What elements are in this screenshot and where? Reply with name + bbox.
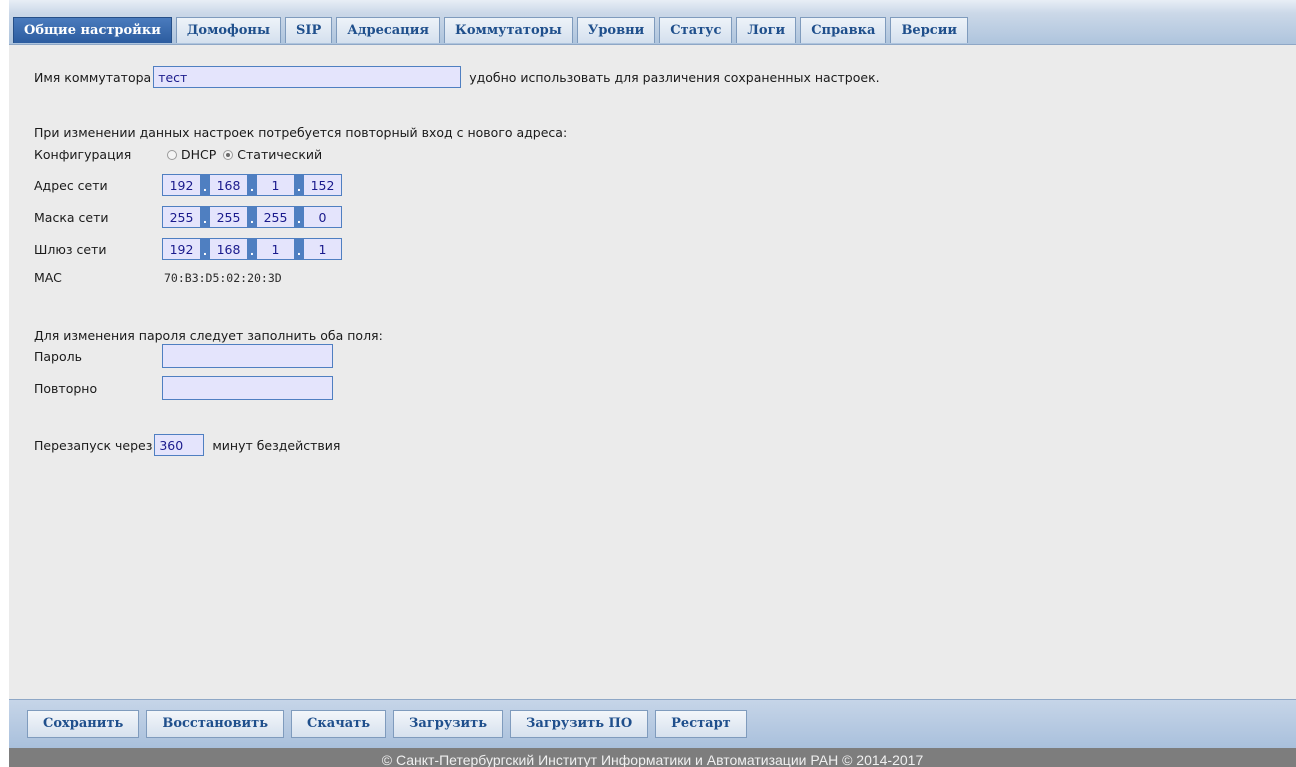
mask-label: Маска сети: [34, 209, 109, 225]
mac-row: MAC 70:B3:D5:02:20:3D: [34, 270, 282, 285]
address-octet-4[interactable]: [303, 174, 342, 196]
address-ip-field: . . .: [162, 174, 342, 196]
password-row: Пароль: [34, 344, 333, 368]
address-row: Адрес сети . . .: [34, 174, 342, 196]
switch-name-row: Имя коммутатора удобно использовать для …: [34, 66, 880, 88]
restart-button[interactable]: Рестарт: [655, 710, 747, 738]
address-octet-3[interactable]: [256, 174, 295, 196]
mask-row: Маска сети . . .: [34, 206, 342, 228]
tab-status[interactable]: Статус: [659, 17, 733, 43]
restart-timeout-prefix: Перезапуск через: [34, 437, 153, 453]
tab-sip[interactable]: SIP: [284, 17, 333, 43]
settings-panel: Имя коммутатора удобно использовать для …: [9, 45, 1296, 655]
gateway-octet-2[interactable]: [209, 238, 248, 260]
ip-separator: .: [295, 174, 303, 196]
mask-octet-3[interactable]: [256, 206, 295, 228]
mask-ip-field: . . .: [162, 206, 342, 228]
ip-separator: .: [248, 206, 256, 228]
gateway-octet-3[interactable]: [256, 238, 295, 260]
restart-timeout-suffix: минут бездействия: [212, 437, 341, 453]
copyright-footer: © Санкт-Петербургский Институт Информати…: [9, 748, 1296, 767]
password-repeat-row: Повторно: [34, 376, 333, 400]
config-static-label: Статический: [237, 147, 323, 162]
gateway-octet-4[interactable]: [303, 238, 342, 260]
gateway-ip-field: . . .: [162, 238, 342, 260]
config-dhcp-label: DHCP: [181, 147, 217, 162]
ip-separator: .: [248, 174, 256, 196]
password-label: Пароль: [34, 348, 82, 364]
ip-separator: .: [248, 238, 256, 260]
tab-versions[interactable]: Версии: [890, 17, 968, 43]
ip-separator: .: [201, 206, 209, 228]
config-row: Конфигурация DHCP Статический: [34, 147, 329, 162]
mask-octet-1[interactable]: [162, 206, 201, 228]
restart-timeout-row: Перезапуск через минут бездействия: [34, 434, 340, 456]
tab-logs[interactable]: Логи: [736, 17, 797, 43]
save-button[interactable]: Сохранить: [27, 710, 140, 738]
tab-list: Общие настройки Домофоны SIP Адресация К…: [13, 17, 968, 43]
mask-octet-2[interactable]: [209, 206, 248, 228]
tab-general-settings[interactable]: Общие настройки: [13, 17, 172, 43]
password-repeat-input[interactable]: [162, 376, 333, 400]
tab-intercoms[interactable]: Домофоны: [175, 17, 281, 43]
tab-bar: Общие настройки Домофоны SIP Адресация К…: [9, 0, 1296, 45]
tab-switches[interactable]: Коммутаторы: [444, 17, 573, 43]
switch-name-hint: удобно использовать для различения сохра…: [469, 69, 880, 85]
address-label: Адрес сети: [34, 177, 108, 193]
mac-label: MAC: [34, 270, 62, 285]
ip-separator: .: [201, 174, 209, 196]
radio-dhcp[interactable]: [167, 149, 177, 160]
mac-value: 70:B3:D5:02:20:3D: [164, 270, 282, 285]
ip-separator: .: [295, 206, 303, 228]
address-octet-1[interactable]: [162, 174, 201, 196]
gateway-row: Шлюз сети . . .: [34, 238, 342, 260]
gateway-octet-1[interactable]: [162, 238, 201, 260]
mask-octet-4[interactable]: [303, 206, 342, 228]
download-button[interactable]: Скачать: [291, 710, 387, 738]
gateway-label: Шлюз сети: [34, 241, 107, 257]
tab-help[interactable]: Справка: [800, 17, 887, 43]
password-input[interactable]: [162, 344, 333, 368]
config-dhcp-option[interactable]: DHCP: [167, 147, 216, 162]
password-notice: Для изменения пароля следует заполнить о…: [34, 328, 383, 343]
password-notice-row: Для изменения пароля следует заполнить о…: [34, 328, 383, 343]
app-frame: Общие настройки Домофоны SIP Адресация К…: [9, 0, 1296, 767]
switch-name-label: Имя коммутатора: [34, 69, 152, 85]
action-bar: Сохранить Восстановить Скачать Загрузить…: [9, 699, 1296, 748]
restore-button[interactable]: Восстановить: [146, 710, 285, 738]
password-repeat-label: Повторно: [34, 380, 98, 396]
switch-name-input[interactable]: [153, 66, 462, 88]
config-static-option[interactable]: Статический: [223, 147, 322, 162]
network-notice-row: При изменении данных настроек потребуетс…: [34, 125, 567, 140]
upload-firmware-button[interactable]: Загрузить ПО: [510, 710, 649, 738]
ip-separator: .: [201, 238, 209, 260]
tab-addressing[interactable]: Адресация: [336, 17, 441, 43]
config-label: Конфигурация: [34, 147, 132, 162]
upload-button[interactable]: Загрузить: [393, 710, 504, 738]
tab-levels[interactable]: Уровни: [576, 17, 656, 43]
action-buttons: Сохранить Восстановить Скачать Загрузить…: [27, 710, 747, 738]
restart-timeout-input[interactable]: [154, 434, 205, 456]
ip-separator: .: [295, 238, 303, 260]
address-octet-2[interactable]: [209, 174, 248, 196]
network-notice: При изменении данных настроек потребуетс…: [34, 125, 568, 140]
radio-static[interactable]: [223, 149, 234, 160]
